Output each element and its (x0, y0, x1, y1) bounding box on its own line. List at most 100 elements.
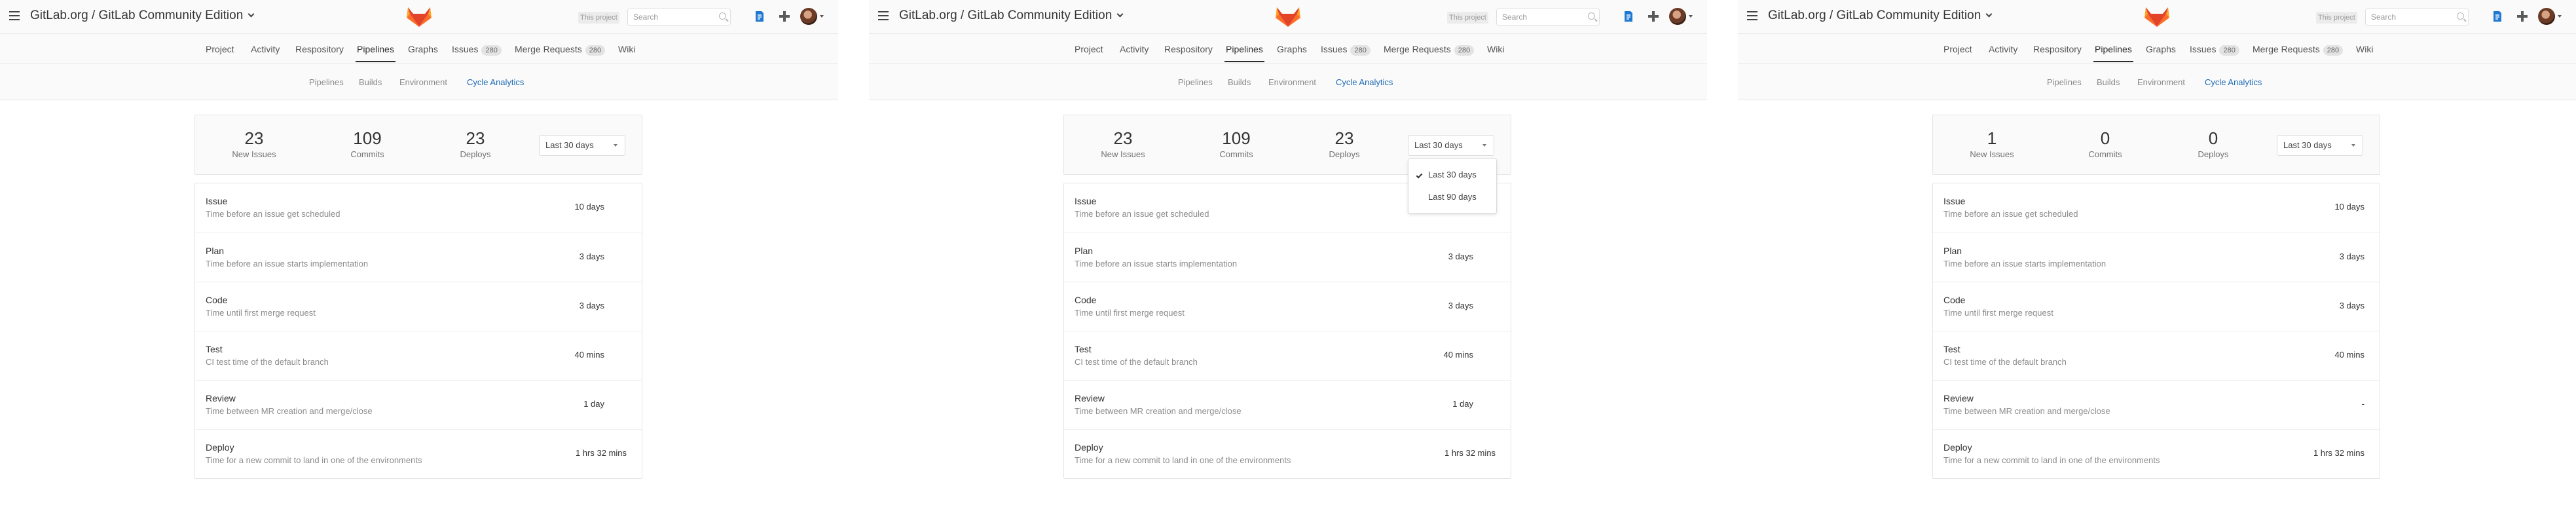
subnav-pipelines[interactable]: Pipelines (1178, 77, 1213, 87)
user-avatar[interactable] (2538, 8, 2555, 25)
menu-option-last-30-days[interactable]: Last 30 days (1428, 170, 1477, 179)
todos-icon[interactable] (1623, 10, 1634, 22)
stat-commits: 109 Commits (322, 128, 413, 159)
date-range-dropdown[interactable]: Last 30 days (1408, 135, 1494, 156)
search-input[interactable]: Search (627, 9, 731, 26)
date-range-dropdown[interactable]: Last 30 days (539, 135, 625, 156)
stage-row-test: Test CI test time of the default branch 40… (195, 331, 642, 381)
menu-option-last-90-days[interactable]: Last 90 days (1428, 192, 1477, 202)
subnav-builds[interactable]: Builds (359, 77, 382, 87)
nav-merge-requests[interactable]: Merge Requests 280 (2253, 44, 2344, 56)
new-item-plus-icon[interactable] (2517, 11, 2528, 22)
stat-value: 109 (353, 128, 382, 148)
project-title[interactable]: GitLab.org / GitLab Community Edition (899, 9, 1124, 23)
nav-merge-requests[interactable]: Merge Requests 280 (1384, 44, 1475, 56)
gitlab-logo-icon[interactable] (1275, 5, 1301, 28)
stage-name: Issue (1943, 196, 1966, 206)
nav-wiki[interactable]: Wiki (618, 44, 635, 54)
todos-icon[interactable] (754, 10, 765, 22)
nav-issues[interactable]: Issues 280 (2190, 44, 2239, 56)
stage-median-value: 40 mins (1443, 350, 1473, 360)
stage-row-code: Code Time until first merge request 3 days (1064, 282, 1511, 331)
project-title-text: GitLab.org / GitLab Community Edition (30, 9, 244, 22)
stage-table: Issue Time before an issue get scheduled … (1063, 183, 1511, 479)
search-icon (1588, 12, 1595, 20)
stage-name: Issue (206, 196, 228, 206)
cycle-analytics-screen: GitLab.org / GitLab Community Edition Th… (869, 0, 1707, 524)
new-item-plus-icon[interactable] (1648, 11, 1659, 22)
stage-description: Time between MR creation and merge/close (206, 406, 373, 416)
nav-project[interactable]: Project (1943, 44, 1972, 54)
nav-issues[interactable]: Issues 280 (1321, 44, 1371, 56)
gitlab-logo-icon[interactable] (2144, 5, 2170, 28)
subnav-environment[interactable]: Environment (399, 77, 447, 87)
nav-pipelines[interactable]: Pipelines (1224, 44, 1264, 62)
subnav-pipelines[interactable]: Pipelines (309, 77, 344, 87)
nav-graphs[interactable]: Graphs (408, 44, 438, 54)
search-input[interactable]: Search (1496, 9, 1600, 26)
merge-requests-count-badge: 280 (585, 45, 606, 56)
nav-graphs[interactable]: Graphs (1277, 44, 1307, 54)
new-item-plus-icon[interactable] (779, 11, 790, 22)
nav-project[interactable]: Project (1075, 44, 1103, 54)
stage-median-value: 40 mins (2334, 350, 2364, 360)
nav-pipelines[interactable]: Pipelines (356, 44, 396, 62)
user-avatar[interactable] (1669, 8, 1686, 25)
project-title-text: GitLab.org / GitLab Community Edition (899, 9, 1113, 22)
stage-name: Plan (1943, 246, 1962, 256)
stage-median-value: 3 days (1448, 252, 1473, 261)
subnav-pipelines[interactable]: Pipelines (2047, 77, 2082, 87)
search-input[interactable]: Search (2365, 9, 2469, 26)
nav-issues[interactable]: Issues 280 (452, 44, 502, 56)
date-range-dropdown[interactable]: Last 30 days (2277, 135, 2363, 156)
project-title[interactable]: GitLab.org / GitLab Community Edition (1768, 9, 1993, 23)
caret-down-icon[interactable] (1689, 15, 1693, 18)
stage-description: CI test time of the default branch (1943, 357, 2067, 367)
nav-pipelines[interactable]: Pipelines (2093, 44, 2133, 62)
nav-activity[interactable]: Activity (251, 44, 280, 54)
pipelines-subnav: Pipelines Builds Environment Cycle Analy… (0, 64, 838, 100)
user-avatar[interactable] (800, 8, 817, 25)
stage-description: Time for a new commit to land in one of … (206, 455, 422, 465)
nav-repository[interactable]: Respository (295, 44, 344, 54)
nav-project[interactable]: Project (206, 44, 234, 54)
caret-down-icon[interactable] (2558, 15, 2562, 18)
caret-down-icon (1482, 144, 1486, 147)
nav-issues-label: Issues (452, 44, 479, 54)
nav-merge-requests[interactable]: Merge Requests 280 (515, 44, 606, 56)
nav-activity[interactable]: Activity (1989, 44, 2017, 54)
subnav-cycle-analytics[interactable]: Cycle Analytics (1336, 77, 1393, 87)
subnav-cycle-analytics[interactable]: Cycle Analytics (467, 77, 524, 87)
subnav-builds[interactable]: Builds (1228, 77, 1251, 87)
stage-name: Test (206, 344, 223, 354)
nav-activity[interactable]: Activity (1120, 44, 1149, 54)
nav-issues-label: Issues (2190, 44, 2217, 54)
stage-row-plan: Plan Time before an issue starts implemen… (195, 233, 642, 282)
stage-median-value: 1 hrs 32 mins (2313, 448, 2364, 458)
subnav-builds[interactable]: Builds (2097, 77, 2120, 87)
project-title[interactable]: GitLab.org / GitLab Community Edition (30, 9, 255, 23)
gitlab-logo-icon[interactable] (406, 5, 432, 28)
menu-icon[interactable] (9, 11, 20, 20)
stage-row-issue: Issue Time before an issue get scheduled 1… (195, 183, 642, 233)
stage-median-value: 3 days (2339, 252, 2364, 261)
stage-description: CI test time of the default branch (1075, 357, 1198, 367)
stat-new-issues: 23 New Issues (1077, 128, 1169, 159)
caret-down-icon[interactable] (820, 15, 824, 18)
stat-new-issues: 1 New Issues (1946, 128, 2038, 159)
menu-icon[interactable] (1747, 11, 1757, 20)
nav-repository[interactable]: Respository (2033, 44, 2082, 54)
stage-median-value: 3 days (579, 301, 604, 310)
nav-graphs[interactable]: Graphs (2146, 44, 2176, 54)
nav-wiki[interactable]: Wiki (1487, 44, 1504, 54)
subnav-cycle-analytics[interactable]: Cycle Analytics (2205, 77, 2262, 87)
nav-wiki[interactable]: Wiki (2356, 44, 2373, 54)
menu-icon[interactable] (878, 11, 889, 20)
stat-value: 0 (2100, 128, 2110, 148)
subnav-environment[interactable]: Environment (2137, 77, 2185, 87)
subnav-environment[interactable]: Environment (1268, 77, 1316, 87)
nav-repository[interactable]: Respository (1164, 44, 1213, 54)
search-icon (2457, 12, 2464, 20)
stage-row-test: Test CI test time of the default branch 40… (1933, 331, 2380, 381)
todos-icon[interactable] (2492, 10, 2503, 22)
